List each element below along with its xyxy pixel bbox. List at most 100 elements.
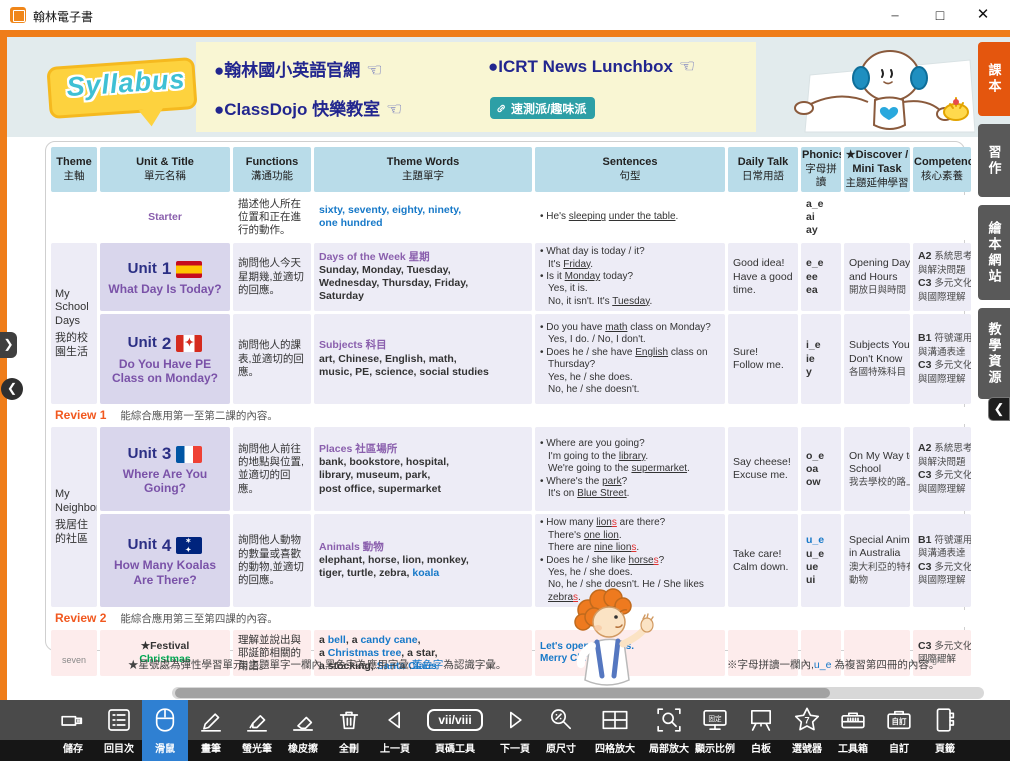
tool-save[interactable]: 儲存 (50, 700, 96, 761)
hand-pointer-icon: ☜ (366, 60, 382, 80)
theme-words-cell: Places 社區場所bank, bookstore, hospital,lib… (314, 427, 532, 511)
tool-label: 四格放大 (595, 740, 635, 761)
minimize-button[interactable] (880, 4, 910, 26)
phonics-cell: i_eiey (801, 314, 841, 404)
title-bar: 翰林電子書 (0, 0, 1010, 30)
tool-whiteboard[interactable]: 白板 (738, 700, 784, 761)
competency-cell (913, 195, 971, 241)
tool-label: 下一頁 (500, 740, 530, 761)
france-flag-icon (176, 446, 202, 463)
syllabus-table: Theme主軸Unit & Title單元名稱Functions溝通功能Them… (48, 144, 974, 679)
column-header-5: Daily Talk日常用語 (728, 147, 798, 192)
maximize-button[interactable] (925, 4, 955, 26)
review-label: Review 1 (55, 408, 106, 422)
tool-highlighter[interactable]: 螢光筆 (234, 700, 280, 761)
highlighter-icon (242, 700, 272, 740)
tool-next-page[interactable]: 下一頁 (492, 700, 538, 761)
unit-title-cell: Unit2Do You Have PE Class on Monday? (100, 314, 230, 404)
display-ratio-icon: 固定 (700, 700, 730, 740)
column-header-7: ★Discover /Mini Task主題延伸學習 (844, 147, 910, 192)
link-hanlin-english-site[interactable]: ●翰林國小英語官網☜ (214, 56, 382, 81)
side-tab-workbook[interactable]: 習作 (978, 124, 1010, 197)
tool-pen[interactable]: 畫筆 (188, 700, 234, 761)
column-header-2: Functions溝通功能 (233, 147, 311, 192)
tool-label: 顯示比例 (695, 740, 735, 761)
links-banner: ●翰林國小英語官網☜ ●ICRT News Lunchbox☜ ●ClassDo… (196, 42, 756, 132)
daily-talk-cell: Good idea!Have a goodtime. (728, 243, 798, 311)
tool-page-indicator[interactable]: vii/viii頁碼工具 (418, 700, 492, 761)
mouse-icon (150, 700, 180, 740)
column-header-3: Theme Words主題單字 (314, 147, 532, 192)
functions-cell: 詢問他人的課表,並適切的回應。 (233, 314, 311, 404)
phonics-cell: o_eoaow (801, 427, 841, 511)
tool-label: 工具箱 (838, 740, 868, 761)
left-page-back-chevron-icon[interactable] (1, 378, 23, 400)
next-triangle-icon (500, 700, 530, 740)
tool-display-ratio[interactable]: 固定顯示比例 (692, 700, 738, 761)
theme-words-cell: Days of the Week 星期Sunday, Monday, Tuesd… (314, 243, 532, 311)
tool-label: 回目次 (104, 740, 134, 761)
usb-save-icon (58, 700, 88, 740)
functions-cell: 詢問他人前往的地點與位置,並適切的回應。 (233, 427, 311, 511)
link-classdojo[interactable]: ●ClassDojo 快樂教室☜ (214, 95, 402, 120)
daily-talk-cell (728, 195, 798, 241)
tool-delete-all[interactable]: 全刪 (326, 700, 372, 761)
area-zoom-icon (654, 700, 684, 740)
page-tabs-icon (930, 700, 960, 740)
star-number-icon: 7 (792, 700, 822, 740)
window-title: 翰林電子書 (33, 8, 93, 25)
tool-original-size[interactable]: 原尺寸 (538, 700, 584, 761)
svg-text:自訂: 自訂 (892, 716, 907, 726)
page-word-right: eight (925, 655, 945, 665)
tool-label: 頁籤 (935, 740, 955, 761)
page-word-left: seven (62, 655, 86, 665)
toc-list-icon (104, 700, 134, 740)
review-text: 能綜合應用第一至第二課的內容。 (120, 410, 278, 422)
tool-toolbox[interactable]: 工具箱 (830, 700, 876, 761)
left-panel-expand-chevron-icon[interactable] (0, 332, 17, 358)
unit-title-cell: Unit3Where Are You Going? (100, 427, 230, 511)
competency-cell: A2 系統思考與解決問題C3 多元文化與國際理解 (913, 427, 971, 511)
discover-cell: Special Animalsin Australia澳大利亞的特有動物 (844, 514, 910, 607)
tool-mouse[interactable]: 滑鼠 (142, 700, 188, 761)
horizontal-scrollbar-thumb[interactable] (175, 688, 830, 698)
canada-flag-icon (176, 335, 202, 352)
tool-page-tabs[interactable]: 頁籤 (922, 700, 968, 761)
sentences-cell: • He's sleeping under the table. (535, 195, 725, 241)
close-button[interactable] (968, 4, 998, 26)
functions-cell: 描述他人所在位置和正在進行的動作。 (233, 195, 311, 241)
column-header-4: Sentences句型 (535, 147, 725, 192)
competency-cell: B1 符號運用與溝通表達C3 多元文化與國際理解 (913, 314, 971, 404)
whiteboard-icon (746, 700, 776, 740)
side-tab-teaching-resources[interactable]: 教學資源 (978, 308, 1010, 399)
unit-title-cell: Starter (100, 195, 230, 241)
link-icrt-news-lunchbox[interactable]: ●ICRT News Lunchbox☜ (488, 56, 695, 77)
tool-label: 儲存 (63, 740, 83, 761)
footnote-theme-words: ※主題單字一欄內,黑色字為應用字彙,藍色字為認識字彙。 (238, 657, 506, 672)
tool-four-grid-zoom[interactable]: 四格放大 (584, 700, 646, 761)
theme-cell-empty (51, 195, 97, 241)
tool-toc[interactable]: 回目次 (96, 700, 142, 761)
boy-mascot-illustration (550, 584, 662, 698)
quiz-link-button[interactable]: 速測派/趣味派 (490, 97, 595, 119)
tool-label: 螢光筆 (242, 740, 272, 761)
tool-prev-page[interactable]: 上一頁 (372, 700, 418, 761)
australia-flag-icon (176, 537, 202, 554)
link-icon (496, 103, 507, 114)
theme-cell: My Neighborhood我居住的社區 (51, 427, 97, 607)
tool-custom[interactable]: 自訂自訂 (876, 700, 922, 761)
side-tab-picturebook-site[interactable]: 繪本網站 (978, 205, 1010, 300)
tool-area-zoom[interactable]: 局部放大 (646, 700, 692, 761)
theme-words-cell: sixty, seventy, eighty, ninety,one hundr… (314, 195, 532, 241)
side-tab-textbook[interactable]: 課本 (978, 42, 1010, 116)
svg-text:7: 7 (804, 715, 809, 725)
collapse-tabs-chevron-icon[interactable] (988, 397, 1010, 421)
unit-title-cell: Unit4How Many Koalas Are There? (100, 514, 230, 607)
tool-label: 原尺寸 (546, 740, 576, 761)
zoom-percent-icon (546, 700, 576, 740)
theme-cell: My School Days我的校園生活 (51, 243, 97, 404)
tool-eraser[interactable]: 橡皮擦 (280, 700, 326, 761)
competency-cell: B1 符號運用與溝通表達C3 多元文化與國際理解 (913, 514, 971, 607)
phonics-cell: u_eu_eueui (801, 514, 841, 607)
tool-number-picker[interactable]: 7選號器 (784, 700, 830, 761)
